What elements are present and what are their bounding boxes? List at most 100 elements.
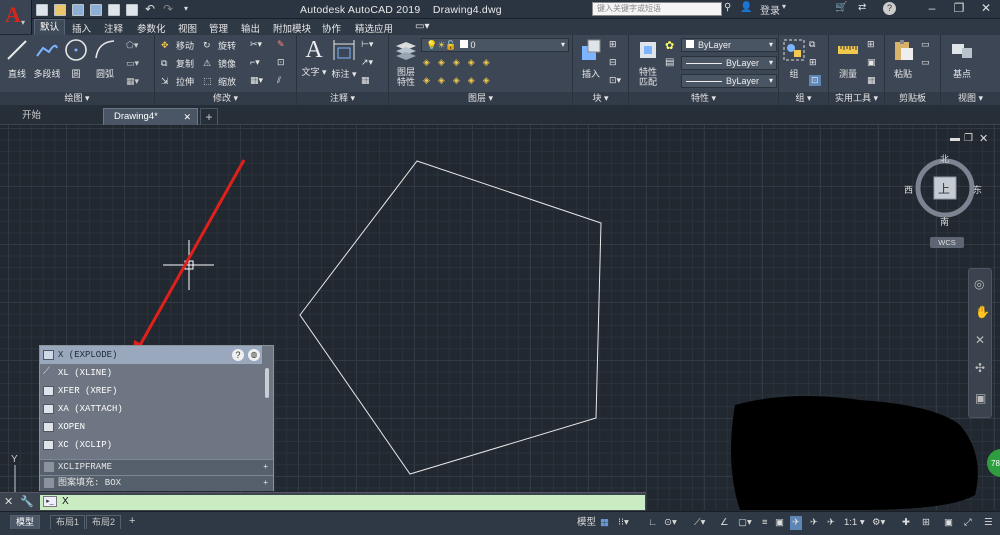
object-snap-icon[interactable]: ▢▾ bbox=[738, 516, 752, 530]
layer-dropdown[interactable]: 💡☀🔓 0 ▾ bbox=[421, 38, 569, 52]
circle-button[interactable]: 圆 bbox=[64, 38, 88, 80]
cut-button[interactable]: ▭ bbox=[921, 39, 930, 50]
group-edit-button[interactable]: ⊞ bbox=[809, 57, 817, 68]
layer-tool-icon[interactable]: ◈ bbox=[453, 75, 460, 86]
measure-button[interactable]: 测量 bbox=[833, 38, 863, 80]
model-space-toggle[interactable]: 模型 bbox=[577, 516, 596, 530]
base-view-button[interactable]: 基点 bbox=[947, 38, 977, 80]
offset-button[interactable]: ⫽ bbox=[277, 75, 281, 86]
tab-featured-apps[interactable]: 精选应用 bbox=[355, 21, 393, 35]
cart-icon[interactable]: 🛒 bbox=[835, 2, 847, 13]
user-icon[interactable]: 👤 bbox=[740, 2, 752, 13]
move-button[interactable]: ✥ 移动 bbox=[161, 39, 194, 52]
fillet-button[interactable]: ⌐▾ bbox=[250, 57, 260, 68]
exchange-icon[interactable]: ⇄ bbox=[858, 2, 866, 13]
autocomplete-section[interactable]: XCLIPFRAME + bbox=[40, 459, 273, 475]
autocomplete-item[interactable]: XA (XATTACH) bbox=[40, 400, 262, 418]
redo-icon[interactable]: ↷ bbox=[162, 3, 174, 16]
line-button[interactable]: 直线 bbox=[4, 38, 30, 80]
copy-button[interactable]: ⧉ 复制 bbox=[161, 57, 194, 70]
customize-wrench-icon[interactable]: 🔧 bbox=[20, 495, 34, 508]
layer-tool-icon[interactable]: ◈ bbox=[438, 75, 445, 86]
match-properties-button[interactable]: 特性 匹配 bbox=[633, 38, 663, 87]
trim-button[interactable]: ✂▾ bbox=[250, 39, 262, 50]
units-icon[interactable]: ⊞ bbox=[922, 516, 930, 530]
tab-annotate[interactable]: 注释 bbox=[104, 21, 123, 35]
copy-clip-button[interactable]: ▭ bbox=[921, 57, 930, 68]
new-tab-button[interactable]: + bbox=[200, 108, 218, 125]
customization-menu-icon[interactable]: ☰ bbox=[984, 516, 993, 530]
grid-icon[interactable]: ▦ bbox=[600, 516, 609, 530]
add-layout-button[interactable]: + bbox=[124, 515, 140, 529]
layer-tool-icon[interactable]: ◈ bbox=[423, 57, 430, 68]
polar-icon[interactable]: ⊙▾ bbox=[664, 516, 677, 530]
tab-overflow-icon[interactable]: ▭▾ bbox=[415, 21, 429, 32]
array-button[interactable]: ▦▾ bbox=[250, 75, 263, 86]
polyline-button[interactable]: 多段线 bbox=[31, 38, 63, 80]
autocomplete-item[interactable]: XC (XCLIP) bbox=[40, 436, 262, 454]
compass-east[interactable]: 东 bbox=[973, 183, 982, 196]
autocomplete-section[interactable]: 图案填充: BOX + bbox=[40, 475, 273, 491]
leader-button[interactable]: ↗▾ bbox=[361, 57, 373, 68]
explode-button[interactable]: ⊡ bbox=[277, 57, 285, 68]
clean-screen-icon[interactable]: ⤢ bbox=[964, 516, 972, 530]
tab-collaborate[interactable]: 协作 bbox=[322, 21, 341, 35]
group-select-button[interactable]: ⊡ bbox=[809, 75, 821, 86]
paste-button[interactable]: 粘贴 bbox=[889, 38, 917, 80]
polygon-button[interactable]: ⬠▾ bbox=[126, 40, 138, 51]
steering-wheel-icon[interactable]: ◎ bbox=[974, 277, 984, 291]
ortho-icon[interactable]: ∟ bbox=[648, 516, 657, 530]
cloud-save-icon[interactable] bbox=[108, 3, 120, 16]
globe-icon[interactable]: ◍ bbox=[248, 349, 260, 361]
undo-icon[interactable]: ↶ bbox=[144, 3, 156, 16]
command-input[interactable]: ▸_ X bbox=[40, 495, 645, 510]
edit-block-button[interactable]: ⊟ bbox=[609, 57, 617, 68]
panel-title-groups[interactable]: 组 ▾ bbox=[779, 92, 828, 105]
autocomplete-item[interactable]: XOPEN bbox=[40, 418, 262, 436]
layer-tool-icon[interactable]: ◈ bbox=[468, 57, 475, 68]
tab-insert[interactable]: 插入 bbox=[72, 21, 91, 35]
panel-title-clipboard[interactable]: 剪贴板 bbox=[885, 92, 940, 105]
expand-icon[interactable]: + bbox=[263, 476, 268, 491]
stretch-button[interactable]: ⇲ 拉伸 bbox=[161, 75, 194, 88]
help-icon[interactable]: ? bbox=[883, 2, 896, 15]
save-icon[interactable] bbox=[72, 3, 84, 16]
new-file-icon[interactable] bbox=[36, 3, 48, 16]
dimension-button[interactable]: 标注 ▾ bbox=[330, 38, 358, 80]
panel-title-layers[interactable]: 图层 ▾ bbox=[389, 92, 572, 105]
panel-title-view[interactable]: 视图 ▾ bbox=[941, 92, 1000, 105]
zoom-icon[interactable]: ✕ bbox=[975, 333, 985, 347]
autocomplete-scrollbar[interactable] bbox=[265, 368, 269, 398]
share-icon[interactable]: ▾ bbox=[180, 4, 192, 16]
autocomplete-item[interactable]: X (EXPLODE) bbox=[40, 346, 262, 364]
layer-properties-button[interactable]: 图层 特性 bbox=[392, 38, 420, 87]
tab-addins[interactable]: 附加模块 bbox=[273, 21, 311, 35]
isolate-objects-icon[interactable]: ▣ bbox=[944, 516, 953, 530]
isodraft-icon[interactable]: ⟋▾ bbox=[694, 516, 705, 530]
tab-manage[interactable]: 管理 bbox=[209, 21, 228, 35]
color-dropdown[interactable]: ByLayer ▾ bbox=[681, 38, 777, 52]
search-input[interactable]: 键入关键字或短语 bbox=[592, 2, 722, 16]
panel-title-annotation[interactable]: 注释 ▾ bbox=[297, 92, 388, 105]
viewport-minimize-icon[interactable]: ▬ bbox=[950, 133, 960, 144]
save-as-icon[interactable] bbox=[90, 3, 102, 16]
viewport-restore-icon[interactable]: ❐ bbox=[964, 133, 973, 144]
login-link[interactable]: 登录 bbox=[760, 2, 780, 17]
orbit-icon[interactable]: ✣ bbox=[975, 361, 985, 375]
application-menu-button[interactable]: A ▾ bbox=[0, 0, 32, 34]
viewport-close-icon[interactable]: ✕ bbox=[979, 132, 988, 145]
layout-tab-1[interactable]: 布局1 bbox=[50, 515, 86, 529]
rotate-button[interactable]: ↻ 旋转 bbox=[203, 39, 236, 52]
close-window-button[interactable]: ✕ bbox=[972, 1, 1000, 17]
annotation-scale[interactable]: 1:1 ▾ bbox=[844, 516, 865, 530]
expand-icon[interactable]: + bbox=[263, 460, 268, 475]
compass-west[interactable]: 西 bbox=[904, 183, 913, 196]
color-wheel-icon[interactable]: ✿ bbox=[665, 39, 674, 52]
linear-dim-button[interactable]: ⊢▾ bbox=[361, 39, 373, 50]
insert-block-button[interactable]: 插入 bbox=[577, 38, 605, 80]
panel-title-modify[interactable]: 修改 ▾ bbox=[155, 92, 296, 105]
login-dropdown-icon[interactable]: ▾ bbox=[782, 2, 786, 11]
lineweight-dropdown[interactable]: ByLayer ▾ bbox=[681, 74, 777, 88]
erase-button[interactable]: ✎ bbox=[277, 39, 285, 50]
selection-cycling-icon[interactable]: ✈ bbox=[790, 516, 802, 530]
